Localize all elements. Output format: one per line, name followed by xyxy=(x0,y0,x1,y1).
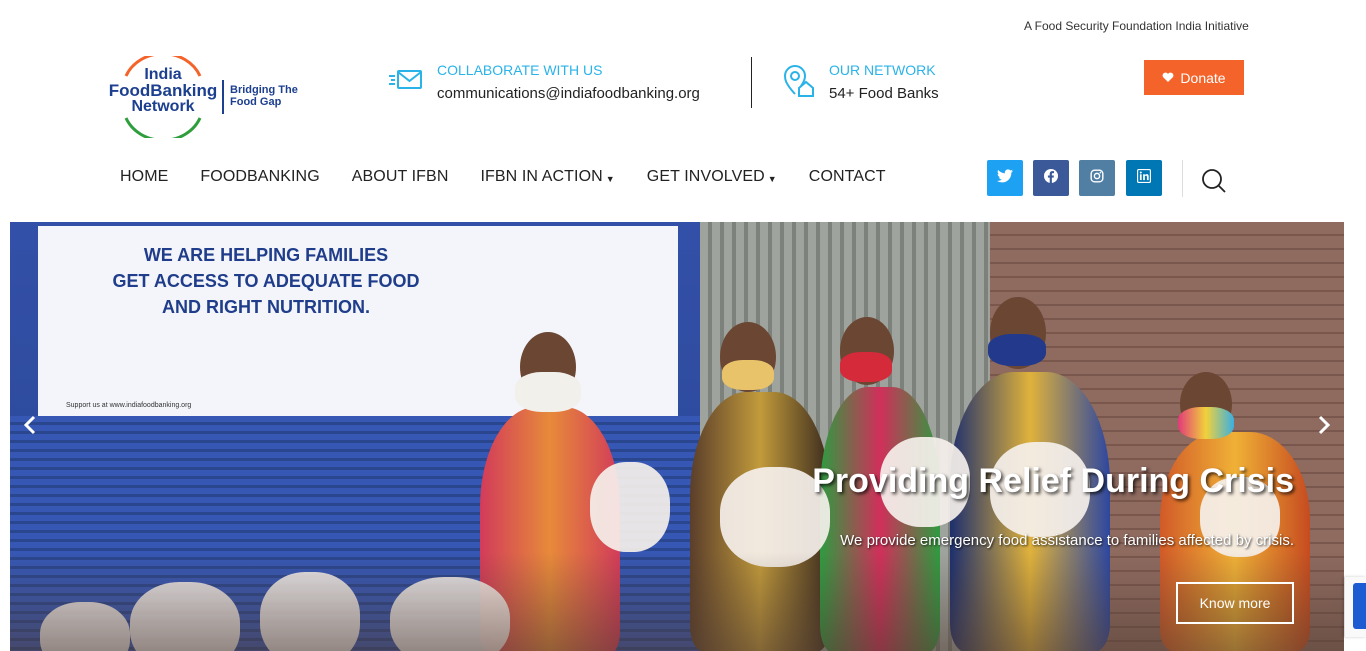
nav-item-foodbanking[interactable]: FOODBANKING xyxy=(200,168,319,186)
collaborate-title: COLLABORATE WITH US xyxy=(437,62,603,78)
twitter-icon xyxy=(997,168,1013,188)
relief-bag xyxy=(590,462,670,552)
donate-label: Donate xyxy=(1180,69,1226,86)
nav-label: GET INVOLVED xyxy=(646,168,765,185)
logo-line-2: FoodBanking xyxy=(108,81,218,100)
linkedin-icon xyxy=(1137,168,1151,188)
logo-tag-line-2: Food Gap xyxy=(230,96,282,108)
figure-mask xyxy=(840,352,892,382)
search-icon xyxy=(1200,169,1228,199)
network-title: OUR NETWORK xyxy=(829,62,936,78)
instagram-icon xyxy=(1090,168,1104,188)
instagram-link[interactable] xyxy=(1079,160,1115,196)
collaborate-block: COLLABORATE WITH US communications@india… xyxy=(389,62,729,112)
know-more-button[interactable]: Know more xyxy=(1176,582,1294,624)
hero-slider: WE ARE HELPING FAMILIES GET ACCESS TO AD… xyxy=(10,222,1344,651)
heart-icon xyxy=(1162,70,1174,86)
collaborate-email[interactable]: communications@indiafoodbanking.org xyxy=(437,85,700,102)
hero-ground-shade xyxy=(10,552,1344,651)
logo-tagline: Bridging The Food Gap xyxy=(230,84,298,108)
nav-label: FOODBANKING xyxy=(200,168,320,185)
search-button[interactable] xyxy=(1200,167,1228,195)
poster-line: AND RIGHT NUTRITION. xyxy=(162,297,370,317)
recaptcha-badge[interactable] xyxy=(1344,577,1366,637)
nav-label: IFBN IN ACTION xyxy=(480,168,603,185)
main-nav: HOME FOODBANKING ABOUT IFBN IFBN IN ACTI… xyxy=(120,168,918,186)
logo-line-3: Network xyxy=(131,98,195,115)
recaptcha-icon xyxy=(1353,583,1366,629)
hero-subtitle: We provide emergency food assistance to … xyxy=(840,532,1294,549)
figure-mask xyxy=(988,334,1046,366)
site-logo[interactable]: India FoodBanking Network Bridging The F… xyxy=(108,56,308,138)
chevron-down-icon: ▼ xyxy=(767,174,777,184)
network-value: 54+ Food Banks xyxy=(829,85,939,102)
figure-mask xyxy=(1178,407,1234,439)
logo-tag-line-1: Bridging The xyxy=(230,84,298,96)
nav-item-about-ifbn[interactable]: ABOUT IFBN xyxy=(352,168,449,186)
logo-divider xyxy=(222,80,224,114)
nav-label: ABOUT IFBN xyxy=(351,168,449,185)
hero-image: WE ARE HELPING FAMILIES GET ACCESS TO AD… xyxy=(10,222,1344,651)
location-home-icon xyxy=(781,64,815,103)
slider-next-arrow[interactable] xyxy=(1318,415,1331,441)
poster-footer: Support us at www.indiafoodbanking.org xyxy=(66,402,192,409)
nav-item-get-involved[interactable]: GET INVOLVED ▼ xyxy=(647,168,777,186)
nav-divider xyxy=(1182,160,1183,197)
facebook-icon xyxy=(1044,168,1058,188)
top-tagline: A Food Security Foundation India Initiat… xyxy=(1024,19,1249,33)
slider-prev-arrow[interactable] xyxy=(23,415,36,441)
donate-button[interactable]: Donate xyxy=(1144,60,1244,95)
chevron-down-icon: ▼ xyxy=(605,174,615,184)
figure-mask xyxy=(722,360,774,390)
linkedin-link[interactable] xyxy=(1126,160,1162,196)
chevron-right-icon xyxy=(1318,415,1331,435)
network-block: OUR NETWORK 54+ Food Banks xyxy=(781,62,981,112)
nav-label: HOME xyxy=(120,168,169,185)
logo-text: India FoodBanking Network xyxy=(108,67,218,115)
header-divider xyxy=(751,57,752,108)
poster-text: WE ARE HELPING FAMILIES GET ACCESS TO AD… xyxy=(66,242,466,320)
nav-item-contact[interactable]: CONTACT xyxy=(809,168,886,186)
chevron-left-icon xyxy=(23,415,36,435)
nav-label: CONTACT xyxy=(808,168,886,185)
poster-line: GET ACCESS TO ADEQUATE FOOD xyxy=(112,271,420,291)
nav-item-home[interactable]: HOME xyxy=(120,168,168,186)
figure-mask xyxy=(515,372,581,412)
twitter-link[interactable] xyxy=(987,160,1023,196)
email-icon xyxy=(389,68,423,97)
nav-item-ifbn-in-action[interactable]: IFBN IN ACTION ▼ xyxy=(480,168,614,186)
poster-line: WE ARE HELPING FAMILIES xyxy=(143,245,389,265)
hero-title: Providing Relief During Crisis xyxy=(812,462,1294,500)
hero-banner-poster: WE ARE HELPING FAMILIES GET ACCESS TO AD… xyxy=(38,226,678,416)
facebook-link[interactable] xyxy=(1033,160,1069,196)
